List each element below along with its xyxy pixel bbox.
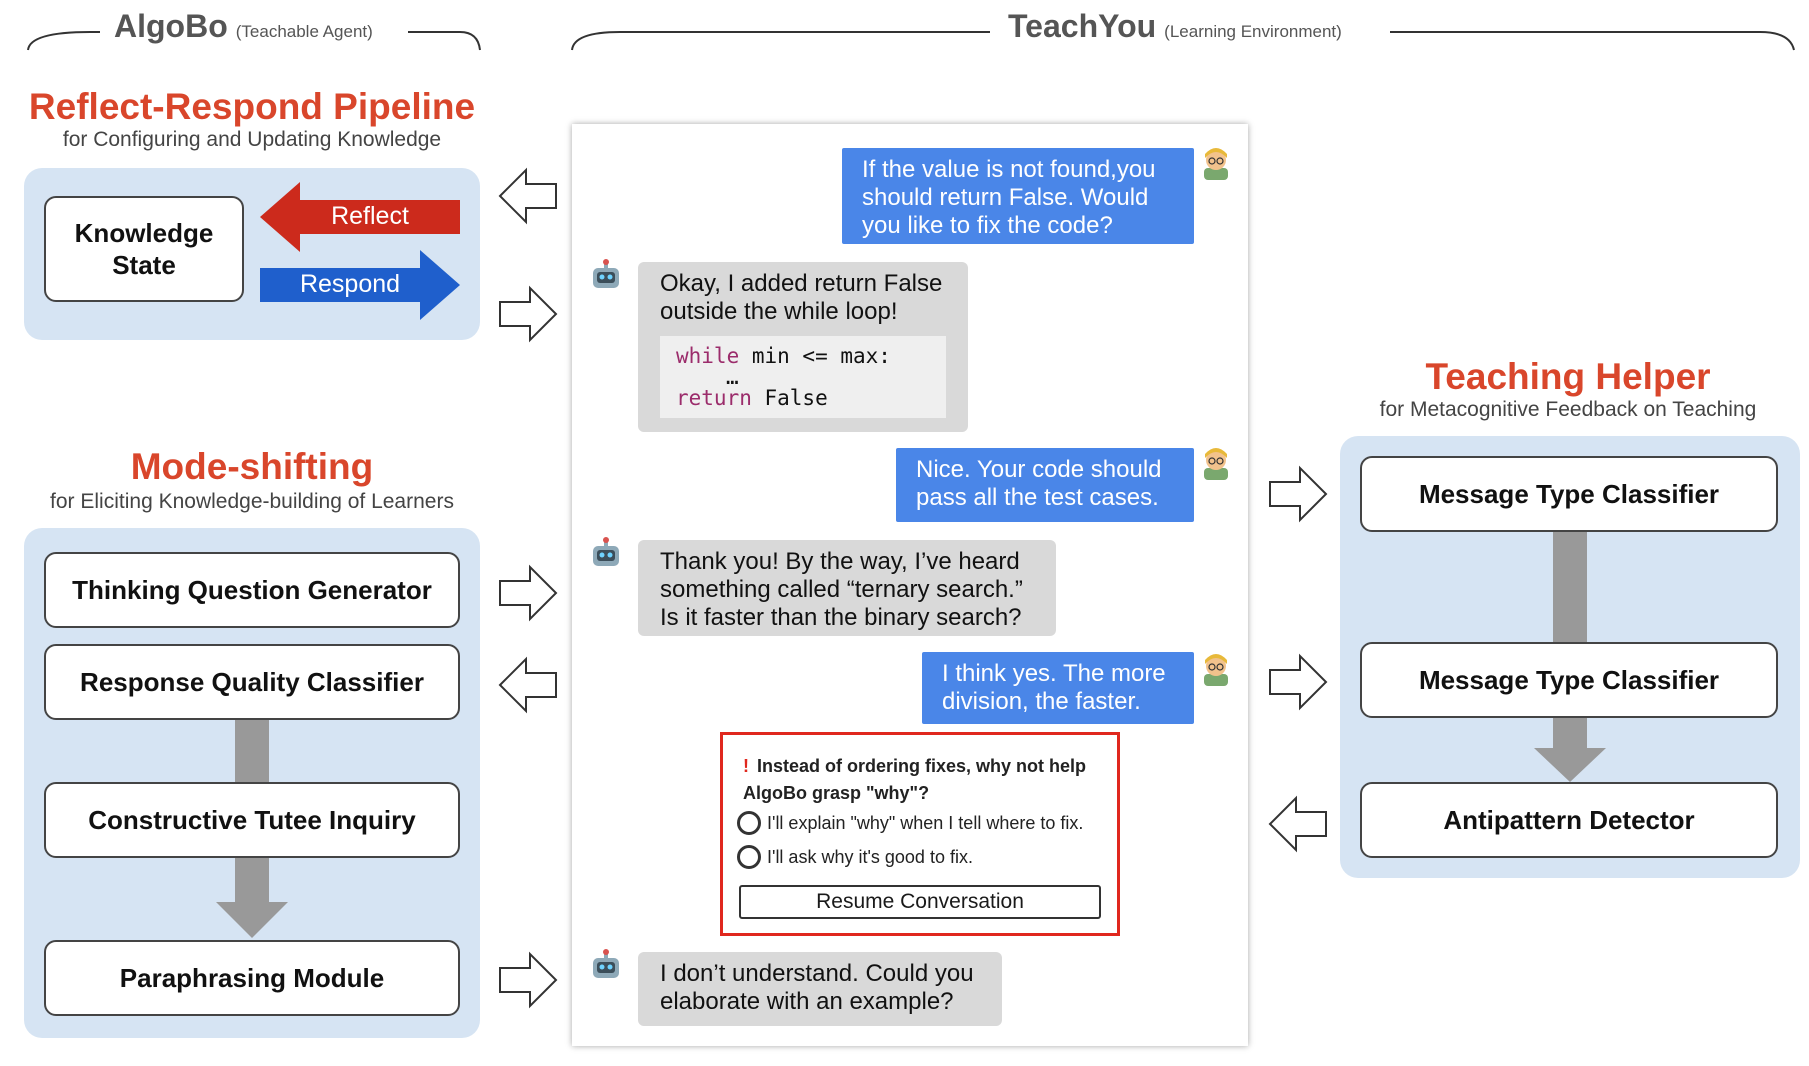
bot-message-3: I don’t understand. Could you elaborate …	[638, 952, 1002, 1026]
resume-conversation-button[interactable]: Resume Conversation	[739, 885, 1101, 919]
user-message-3: I think yes. The more division, the fast…	[922, 652, 1194, 724]
algobo-title: AlgoBo	[114, 8, 228, 44]
hollow-arrow-left-icon	[498, 656, 557, 714]
teacher-avatar-icon	[1204, 148, 1228, 180]
teachyou-subtitle: (Learning Environment)	[1164, 22, 1342, 41]
user-message-2: Nice. Your code should pass all the test…	[896, 448, 1194, 522]
teacher-avatar-icon	[1204, 448, 1228, 480]
message-type-classifier-box-2: Message Type Classifier	[1360, 642, 1778, 718]
hollow-arrow-right-icon	[499, 951, 558, 1009]
teachyou-title: TeachYou	[1008, 8, 1157, 44]
response-quality-classifier-box: Response Quality Classifier	[44, 644, 460, 720]
radio-icon[interactable]	[737, 811, 761, 835]
hollow-arrow-left-icon	[498, 167, 557, 225]
teaching-helper-subtitle: for Metacognitive Feedback on Teaching	[1379, 398, 1757, 421]
option-explain-why[interactable]: I'll explain "why" when I tell where to …	[737, 811, 1083, 835]
robot-avatar-icon	[593, 537, 619, 566]
option-2-label: I'll ask why it's good to fix.	[767, 846, 973, 867]
reflect-respond-title: Reflect-Respond Pipeline	[28, 86, 476, 127]
mode-shifting-title: Mode-shifting	[130, 446, 374, 487]
alert-icon: !	[743, 756, 749, 776]
code-line3-rest: False	[751, 386, 828, 410]
option-1-label: I'll explain "why" when I tell where to …	[767, 812, 1084, 833]
radio-icon[interactable]	[737, 845, 761, 869]
mode-shifting-subtitle: for Eliciting Knowledge-building of Lear…	[50, 490, 454, 513]
popup-question: ! Instead of ordering fixes, why not help…	[743, 753, 1103, 807]
code-block: while min <= max: … return False	[660, 336, 946, 418]
algobo-subtitle: (Teachable Agent)	[235, 22, 373, 41]
reflect-respond-subtitle: for Configuring and Updating Knowledge	[62, 128, 442, 151]
flow-arrow-down-2	[216, 858, 288, 938]
knowledge-state-box: Knowledge State	[44, 196, 244, 302]
algobo-header: AlgoBo (Teachable Agent)	[114, 8, 373, 45]
hollow-arrow-right-icon	[499, 564, 558, 622]
paraphrasing-module-box: Paraphrasing Module	[44, 940, 460, 1016]
robot-avatar-icon	[593, 259, 619, 288]
option-ask-why[interactable]: I'll ask why it's good to fix.	[737, 845, 973, 869]
reflect-label: Reflect	[331, 202, 409, 230]
user-message-1: If the value is not found,you should ret…	[842, 148, 1194, 244]
flow-arrow-down-1	[235, 720, 269, 784]
flow-arrow-down-3	[1534, 718, 1606, 782]
bot-message-1-text: Okay, I added return False outside the w…	[660, 270, 943, 325]
popup-question-text: Instead of ordering fixes, why not help …	[743, 756, 1087, 803]
respond-label: Respond	[299, 270, 401, 298]
hollow-arrow-left-icon	[1268, 795, 1327, 853]
bot-message-2: Thank you! By the way, I’ve heard someth…	[638, 540, 1056, 636]
code-keyword-return: return	[676, 386, 752, 410]
code-line1-rest: min <= max:	[739, 344, 891, 368]
flow-line-down	[1553, 532, 1587, 644]
teacher-avatar-icon	[1204, 654, 1228, 686]
hollow-arrow-right-icon	[1269, 653, 1328, 711]
robot-avatar-icon	[593, 949, 619, 978]
thinking-question-generator-box: Thinking Question Generator	[44, 552, 460, 628]
knowledge-state-label: Knowledge State	[74, 217, 214, 281]
constructive-tutee-inquiry-box: Constructive Tutee Inquiry	[44, 782, 460, 858]
message-type-classifier-box-1: Message Type Classifier	[1360, 456, 1778, 532]
hollow-arrow-right-icon	[499, 285, 558, 343]
teaching-helper-title: Teaching Helper	[1425, 356, 1711, 397]
bot-message-1: Okay, I added return False outside the w…	[638, 262, 968, 432]
teaching-feedback-popup: ! Instead of ordering fixes, why not help…	[720, 732, 1120, 936]
hollow-arrow-right-icon	[1269, 465, 1328, 523]
antipattern-detector-box: Antipattern Detector	[1360, 782, 1778, 858]
teachyou-header: TeachYou (Learning Environment)	[1008, 8, 1342, 45]
code-ellipsis: …	[726, 365, 739, 389]
